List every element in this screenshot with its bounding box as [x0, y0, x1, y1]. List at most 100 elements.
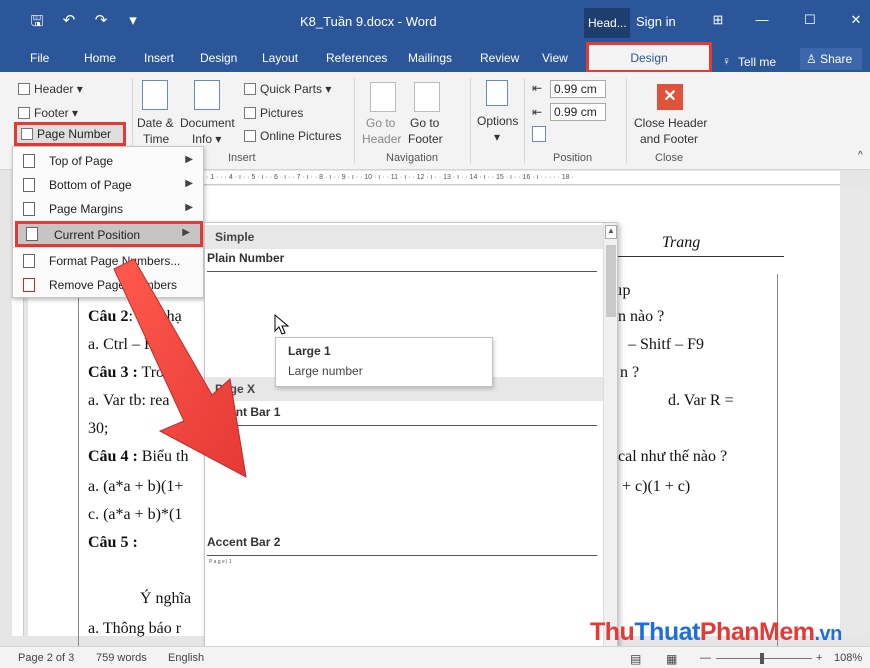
header-text-trang: Trang	[662, 234, 701, 251]
footer-button[interactable]: Footer ▾	[18, 106, 78, 120]
word-count[interactable]: 759 words	[96, 652, 147, 664]
watermark-logo: ThuThuatPhanMem.vn	[590, 618, 842, 646]
tell-me-box[interactable]: ♀ Tell me	[720, 50, 794, 72]
document-info-icon[interactable]	[194, 80, 220, 110]
header-button[interactable]: Header ▾	[18, 82, 83, 96]
read-mode-icon[interactable]: ▤	[630, 652, 641, 666]
quick-parts-icon	[244, 83, 256, 95]
header-icon	[18, 83, 30, 95]
tab-home[interactable]: Home	[84, 51, 116, 65]
header-position-icon: ⇤	[532, 81, 543, 95]
share-button[interactable]: ♙ Share	[800, 48, 862, 70]
tab-design[interactable]: Design	[200, 51, 237, 65]
maximize-icon[interactable]: ☐	[800, 12, 820, 28]
close-header-footer-icon[interactable]: ✕	[657, 84, 683, 110]
zoom-slider[interactable]	[716, 658, 812, 659]
print-layout-icon[interactable]: ▦	[666, 652, 677, 666]
doc-line-right: d. Var R =	[668, 392, 734, 409]
document-info-label-1[interactable]: Document	[180, 116, 235, 130]
header-rule	[612, 256, 784, 257]
pictures-icon	[244, 107, 256, 119]
tab-view[interactable]: View	[542, 51, 568, 65]
tab-mailings[interactable]: Mailings	[408, 51, 452, 65]
close-header-footer-label-1[interactable]: Close Header	[634, 116, 707, 130]
close-window-icon[interactable]: ✕	[846, 12, 866, 28]
page-count[interactable]: Page 2 of 3	[18, 652, 74, 664]
online-pictures-button[interactable]: Online Pictures	[244, 129, 341, 143]
header-position-stepper[interactable]: 0.99 cm	[550, 80, 606, 98]
menu-item-page-margins[interactable]: Page Margins ▶	[13, 197, 203, 221]
zoom-in-icon[interactable]: +	[816, 652, 822, 664]
pictures-button[interactable]: Pictures	[244, 106, 303, 120]
document-scrollbar[interactable]	[841, 186, 868, 636]
menu-item-current-position[interactable]: Current Position ▶	[15, 221, 203, 247]
doc-line: Câu 5 :	[88, 534, 138, 551]
tab-review[interactable]: Review	[480, 51, 519, 65]
minimize-icon[interactable]: —	[752, 12, 772, 27]
tab-header-footer-design[interactable]: Design	[586, 42, 712, 73]
group-label-insert: Insert	[228, 152, 256, 164]
options-icon[interactable]	[486, 80, 508, 106]
gallery-preview-rule	[207, 555, 597, 556]
zoom-level[interactable]: 108%	[834, 652, 862, 664]
menu-item-bottom-of-page[interactable]: Bottom of Page ▶	[13, 173, 203, 197]
lightbulb-icon: ♀	[722, 54, 731, 68]
zoom-slider-thumb[interactable]	[760, 653, 764, 664]
page-number-icon	[21, 128, 33, 140]
horizontal-ruler[interactable]: · 1 · · · 4 · ı · · 5 · ı · · 6 · ı · · …	[204, 171, 840, 185]
gallery-preview-text: P a g e | 1	[209, 559, 232, 565]
collapse-ribbon-icon[interactable]: ^	[858, 150, 863, 161]
go-to-footer-label-1[interactable]: Go to	[410, 116, 439, 130]
sign-in-link[interactable]: Sign in	[636, 14, 676, 29]
calendar-icon[interactable]	[142, 80, 168, 110]
scroll-up-icon[interactable]: ▲	[605, 225, 617, 239]
tab-references[interactable]: References	[326, 51, 387, 65]
tab-layout[interactable]: Layout	[262, 51, 298, 65]
tab-file[interactable]: File	[30, 51, 49, 65]
title-bar: 🖫 ↶ ↷ ▾ K8_Tuần 9.docx - Word Head... Si…	[0, 0, 870, 44]
go-to-header-label-1[interactable]: Go to	[366, 116, 395, 130]
ribbon-separator	[354, 78, 355, 164]
go-to-header-label-2[interactable]: Header	[362, 132, 401, 146]
gallery-item-accent-bar-2[interactable]: P a g e | 1	[207, 551, 599, 661]
doc-line: a. Thông báo r	[88, 620, 182, 637]
red-arrow-icon	[113, 258, 247, 478]
zoom-out-icon[interactable]: —	[700, 652, 711, 664]
alignment-tab-icon[interactable]	[532, 126, 546, 142]
customize-qat-icon[interactable]: ▾	[124, 11, 142, 36]
vertical-ruler[interactable]	[12, 296, 24, 636]
page-bottom-icon	[23, 178, 35, 192]
person-icon: ♙	[806, 52, 817, 66]
quick-access-toolbar: 🖫 ↶ ↷ ▾	[28, 11, 142, 36]
document-info-button[interactable]: Info ▾	[192, 132, 221, 146]
save-icon[interactable]: 🖫	[28, 11, 46, 36]
gallery-scrollbar[interactable]: ▲ ▼	[603, 223, 617, 667]
submenu-arrow-icon: ▶	[185, 202, 193, 213]
remove-page-numbers-icon	[23, 278, 35, 292]
options-button[interactable]: Options	[477, 114, 518, 128]
language[interactable]: English	[168, 652, 204, 664]
date-time-label-2[interactable]: Time	[143, 132, 169, 146]
online-pictures-icon	[244, 130, 256, 142]
ribbon-display-icon[interactable]: ⊞	[708, 12, 728, 28]
footer-position-stepper[interactable]: 0.99 cm	[550, 103, 606, 121]
options-dropdown-icon[interactable]: ▾	[494, 130, 500, 144]
go-to-footer-icon[interactable]	[414, 82, 440, 112]
gallery-section-simple: Simple	[205, 225, 603, 249]
go-to-footer-label-2[interactable]: Footer	[408, 132, 443, 146]
go-to-header-icon[interactable]	[370, 82, 396, 112]
redo-icon[interactable]: ↷	[92, 11, 110, 36]
page-number-button[interactable]: Page Number ▾	[14, 122, 126, 155]
status-bar: Page 2 of 3 759 words English ▤ ▦ — + 10…	[0, 646, 870, 668]
undo-icon[interactable]: ↶	[60, 11, 78, 36]
close-header-footer-label-2[interactable]: and Footer	[640, 132, 698, 146]
doc-line: c. (a*a + b)*(1	[88, 506, 183, 523]
menu-item-top-of-page[interactable]: Top of Page ▶	[13, 149, 203, 173]
date-time-label-1[interactable]: Date &	[137, 116, 174, 130]
group-label-position: Position	[553, 152, 593, 164]
tab-insert[interactable]: Insert	[144, 51, 174, 65]
quick-parts-button[interactable]: Quick Parts ▾	[244, 82, 331, 96]
scroll-thumb[interactable]	[606, 245, 616, 317]
tooltip-description: Large number	[288, 364, 363, 378]
gallery-item-label: Accent Bar 2	[207, 535, 281, 549]
